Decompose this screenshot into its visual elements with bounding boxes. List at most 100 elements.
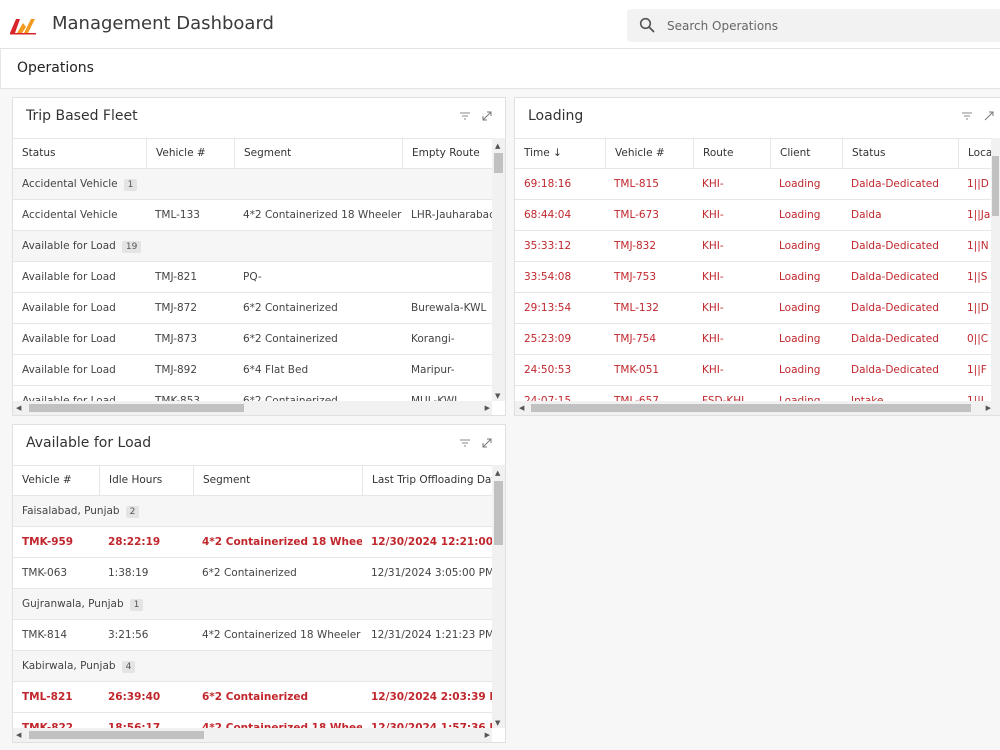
table-cell: Dalda-Dedicated [851, 364, 939, 376]
table-cell: 3:21:56 [108, 629, 149, 641]
count-badge: 1 [123, 179, 138, 191]
scroll-left-icon[interactable]: ◀ [16, 730, 21, 740]
filter-icon[interactable] [458, 109, 472, 123]
table-row[interactable]: 33:54:08 TMJ-753 KHI- Loading Dalda-Dedicate… [515, 262, 1000, 293]
table-cell: KHI- [702, 302, 724, 314]
table-cell: Loading [779, 209, 821, 221]
scroll-down-icon[interactable]: ▼ [495, 718, 500, 728]
scroll-right-icon[interactable]: ▶ [986, 403, 991, 413]
table-row[interactable]: 29:13:54 TML-132 KHI- Loading Dalda-Dedicate… [515, 293, 1000, 324]
column-header[interactable]: Status [842, 139, 958, 168]
group-row[interactable]: Gujranwala, Punjab 1 [13, 589, 505, 620]
group-name: Kabirwala, Punjab [22, 660, 116, 672]
search-icon[interactable] [639, 17, 655, 33]
scroll-up-icon[interactable]: ▲ [495, 468, 500, 478]
page-title: Operations [17, 60, 94, 76]
table-row[interactable]: 35:33:12 TMJ-832 KHI- Loading Dalda-Dedicate… [515, 231, 1000, 262]
table-cell: Loading [779, 302, 821, 314]
vertical-scrollbar[interactable] [991, 138, 1000, 403]
table-cell: TML-815 [614, 178, 659, 190]
column-header[interactable]: Client [770, 139, 842, 168]
table-row[interactable]: Available for Load TMJ-821 PQ- [13, 262, 505, 293]
page-bar: Operations [0, 49, 1000, 89]
scroll-thumb[interactable] [494, 481, 503, 545]
column-header[interactable]: Segment [234, 139, 402, 168]
table-cell: TMK-959 [22, 536, 74, 548]
table-row[interactable]: 69:18:16 TML-815 KHI- Loading Dalda-Dedicate… [515, 169, 1000, 200]
table-row[interactable]: TMK-814 3:21:56 4*2 Containerized 18 Wheel… [13, 620, 505, 651]
table-cell: KHI- [702, 209, 724, 221]
group-name: Gujranwala, Punjab [22, 598, 124, 610]
scroll-down-icon[interactable]: ▼ [495, 391, 500, 401]
scroll-thumb[interactable] [29, 404, 244, 412]
column-header[interactable]: Segment [193, 466, 362, 495]
table-row[interactable]: Available for Load TMJ-872 6*2 Containeriz… [13, 293, 505, 324]
table-cell: Maripur- [411, 364, 455, 376]
group-row[interactable]: Faisalabad, Punjab 2 [13, 496, 505, 527]
table-row[interactable]: Available for Load TMJ-892 6*4 Flat Bed Mar… [13, 355, 505, 386]
table-cell: 12/31/2024 3:05:00 PM [371, 567, 495, 579]
table-cell: Loading [779, 333, 821, 345]
table-cell: 4*2 Containerized 18 Wheeler [243, 209, 402, 221]
column-header[interactable]: Last Trip Offloading Date [362, 466, 502, 495]
app-header: Management Dashboard [0, 0, 1000, 49]
expand-icon[interactable] [480, 109, 494, 123]
table-cell: Dalda-Dedicated [851, 178, 939, 190]
scroll-thumb[interactable] [494, 153, 503, 173]
horizontal-scrollbar[interactable]: ◀ ▶ [13, 728, 494, 742]
vertical-scrollbar[interactable]: ▲ ▼ [492, 138, 505, 403]
loading-grid: Time ↓Vehicle #RouteClientStatusLocation… [515, 138, 1000, 415]
scroll-up-icon[interactable]: ▲ [495, 141, 500, 151]
filter-icon[interactable] [960, 109, 974, 123]
scroll-thumb[interactable] [531, 404, 971, 412]
group-row[interactable]: Accidental Vehicle 1 [13, 169, 505, 200]
expand-icon[interactable] [982, 109, 996, 123]
group-row[interactable]: Kabirwala, Punjab 4 [13, 651, 505, 682]
scroll-thumb[interactable] [29, 731, 204, 739]
table-cell: TMJ-892 [155, 364, 198, 376]
table-row[interactable]: TMK-959 28:22:19 4*2 Containerized 18 Whee… [13, 527, 505, 558]
scroll-left-icon[interactable]: ◀ [519, 403, 524, 413]
table-row[interactable]: TML-821 26:39:40 6*2 Containerized 12/30/20… [13, 682, 505, 713]
table-cell: Dalda [851, 209, 882, 221]
filter-icon[interactable] [458, 436, 472, 450]
table-row[interactable]: 68:44:04 TML-673 KHI- Loading Dalda 1||Ja [515, 200, 1000, 231]
scroll-right-icon[interactable]: ▶ [485, 403, 490, 413]
resize-corner [492, 401, 505, 415]
table-cell: KHI- [702, 364, 724, 376]
table-cell: 6*2 Containerized [202, 691, 308, 703]
grid-header: Time ↓Vehicle #RouteClientStatusLocation [515, 138, 1000, 169]
horizontal-scrollbar[interactable]: ◀ ▶ [13, 401, 494, 415]
vertical-scrollbar[interactable]: ▲ ▼ [492, 465, 505, 730]
table-cell: KHI- [702, 333, 724, 345]
expand-icon[interactable] [480, 436, 494, 450]
column-header[interactable]: Route [693, 139, 770, 168]
table-cell: 6*2 Containerized [243, 302, 338, 314]
column-header[interactable]: Vehicle # [146, 139, 234, 168]
group-name: Faisalabad, Punjab [22, 505, 120, 517]
table-cell: TMJ-753 [614, 271, 657, 283]
column-header[interactable]: Status [13, 139, 146, 168]
horizontal-scrollbar[interactable]: ◀ ▶ [515, 401, 1000, 415]
available-grid: Vehicle # Idle Hours Segment Last Trip Offl… [13, 465, 505, 742]
table-row[interactable]: 25:23:09 TMJ-754 KHI- Loading Dalda-Dedicate… [515, 324, 1000, 355]
table-cell: KHI- [702, 240, 724, 252]
table-row[interactable]: Accidental Vehicle TML-133 4*2 Containeriz… [13, 200, 505, 231]
table-row[interactable]: TMK-063 1:38:19 6*2 Containerized 12/31/202… [13, 558, 505, 589]
table-row[interactable]: 24:50:53 TMK-051 KHI- Loading Dalda-Dedicate… [515, 355, 1000, 386]
column-header[interactable]: Time ↓ [515, 139, 605, 168]
table-cell: 12/30/2024 12:21:00 PM [371, 536, 502, 548]
scroll-right-icon[interactable]: ▶ [485, 730, 490, 740]
group-row[interactable]: Available for Load 19 [13, 231, 505, 262]
column-header[interactable]: Vehicle # [13, 466, 99, 495]
column-header[interactable]: Idle Hours [99, 466, 193, 495]
scroll-thumb[interactable] [992, 156, 999, 216]
table-cell: 4*2 Containerized 18 Wheeler [202, 629, 361, 641]
table-cell: Loading [779, 240, 821, 252]
column-header[interactable]: Empty Route [402, 139, 505, 168]
column-header[interactable]: Vehicle # [605, 139, 693, 168]
search-input[interactable] [667, 15, 987, 36]
scroll-left-icon[interactable]: ◀ [16, 403, 21, 413]
search-box[interactable] [627, 9, 1000, 42]
table-row[interactable]: Available for Load TMJ-873 6*2 Containeriz… [13, 324, 505, 355]
